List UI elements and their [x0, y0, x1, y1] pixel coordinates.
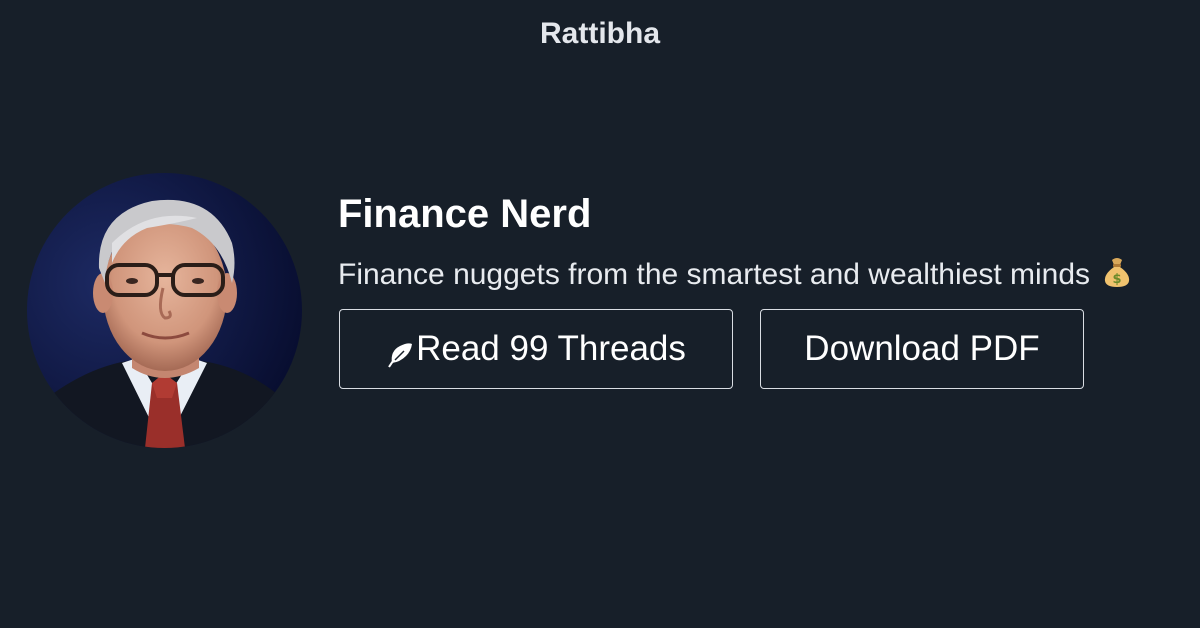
profile-bio: Finance nuggets from the smartest and we…: [338, 256, 1132, 297]
download-pdf-button[interactable]: Download PDF: [760, 309, 1084, 389]
download-pdf-label: Download PDF: [804, 329, 1040, 368]
brand-title: Rattibha: [540, 17, 660, 50]
money-bag-icon: $: [1102, 256, 1132, 297]
read-threads-button[interactable]: Read 99 Threads: [339, 309, 733, 389]
read-threads-label: Read 99 Threads: [416, 329, 686, 368]
profile-name: Finance Nerd: [338, 192, 592, 236]
share-card: Rattibha Finance Nerd Finance nuggets fr…: [0, 0, 1200, 628]
action-buttons: Read 99 Threads Download PDF: [339, 309, 1084, 389]
profile-info: Finance Nerd Finance nuggets from the sm…: [338, 190, 1132, 297]
svg-text:$: $: [1113, 272, 1122, 287]
feather-icon: [386, 338, 414, 368]
avatar: [27, 173, 302, 448]
profile-bio-text: Finance nuggets from the smartest and we…: [338, 258, 1091, 291]
